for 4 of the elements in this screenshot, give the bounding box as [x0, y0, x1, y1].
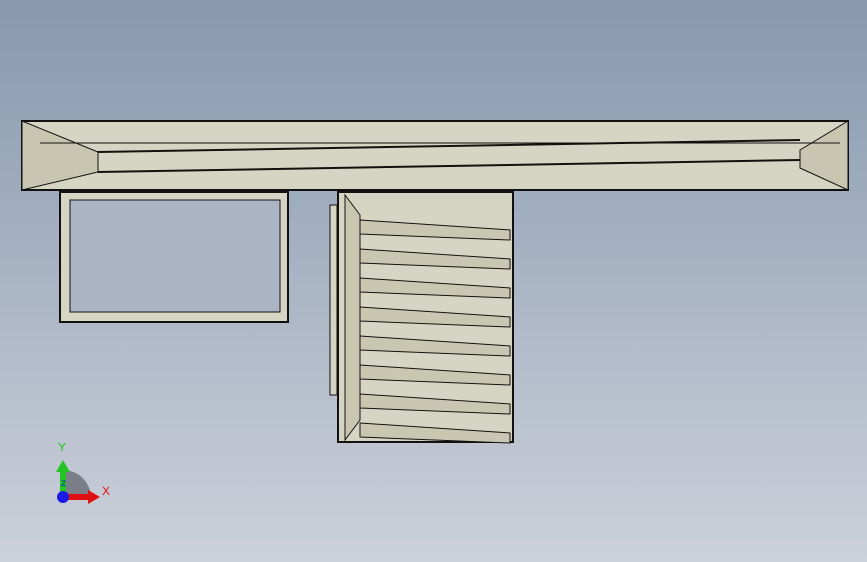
axis-triad-icon — [56, 460, 100, 504]
axis-label: X — [102, 485, 110, 497]
axis-label: Z — [61, 480, 66, 488]
axis-label: Y — [58, 441, 66, 453]
